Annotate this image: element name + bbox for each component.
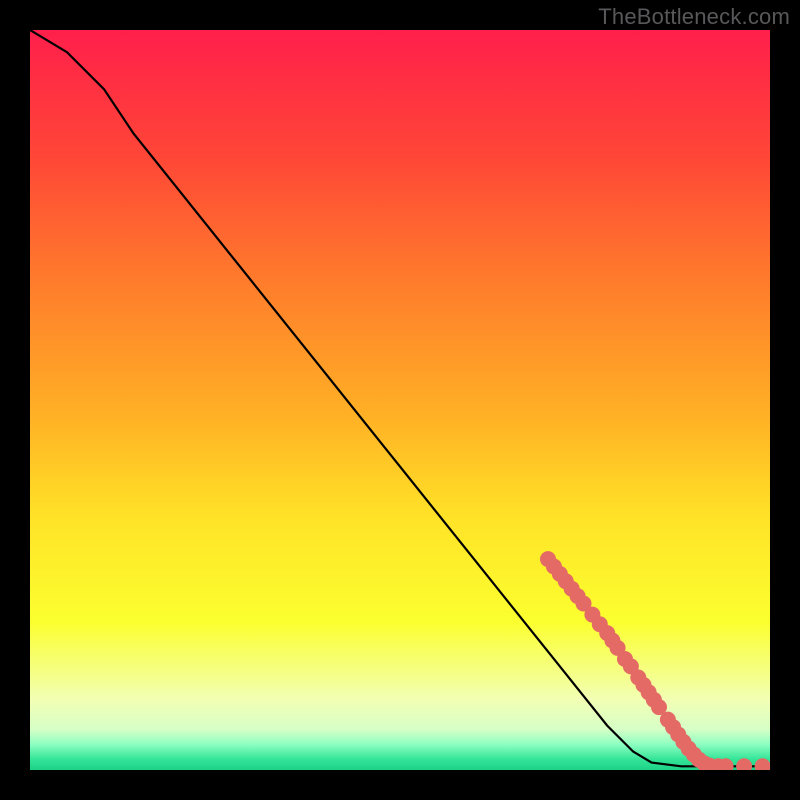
chart-frame: { "watermark": "TheBottleneck.com", "cha…: [0, 0, 800, 800]
curve-marker: [718, 758, 734, 774]
curve-marker: [755, 758, 771, 774]
curve-marker: [736, 758, 752, 774]
plot-background: [30, 30, 770, 770]
bottleneck-chart: [0, 0, 800, 800]
